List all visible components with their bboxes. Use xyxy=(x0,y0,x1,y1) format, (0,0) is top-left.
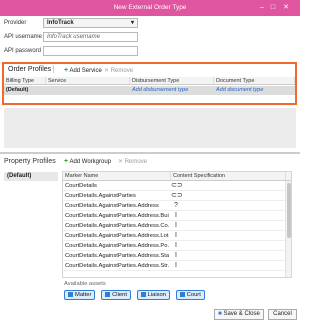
asset-label: Client xyxy=(112,292,127,299)
add-workgroup-label: Add Workgroup xyxy=(69,159,112,165)
marker-name: CourtDetails.AgainstParties xyxy=(65,193,136,199)
chevron-down-icon: ▾ xyxy=(130,20,134,26)
asset-label: Matter xyxy=(75,292,92,299)
order-profiles-header: Billing Type Service Disbursement Type D… xyxy=(4,77,295,85)
asset-chip-liaison[interactable]: Liaison xyxy=(136,290,170,300)
marker-name: CourtDetails xyxy=(65,183,97,189)
question-icon[interactable]: ? xyxy=(171,201,181,211)
table-row[interactable]: CourtDetails.AgainstParties.Address ? xyxy=(63,201,291,211)
link-icon[interactable]: ⊂⊃ xyxy=(171,181,183,191)
scrollbar-thumb[interactable] xyxy=(287,183,291,238)
text-cursor-icon[interactable]: I xyxy=(171,251,181,261)
close-window-button[interactable]: ✕ xyxy=(281,3,291,13)
table-row[interactable]: CourtDetails ⊂⊃ xyxy=(63,181,291,191)
add-workgroup-button[interactable]: + Add Workgroup xyxy=(64,158,111,165)
order-profiles-panel: Order Profiles + Add Service ✕ Remove Bi… xyxy=(2,62,297,105)
marker-name: CourtDetails.AgainstParties.Address.Str.… xyxy=(65,263,169,269)
marker-name: CourtDetails.AgainstParties.Address.Co..… xyxy=(65,223,169,229)
text-cursor-icon[interactable]: I xyxy=(171,261,181,271)
marker-grid-header: Marker Name Content Specification xyxy=(63,172,291,181)
marker-name: CourtDetails.AgainstParties.Address.Bui.… xyxy=(65,213,169,219)
save-close-button[interactable]: ■ Save & Close xyxy=(214,309,264,320)
remove-service-button[interactable]: ✕ Remove xyxy=(104,67,133,74)
add-service-button[interactable]: + Add Service xyxy=(64,67,102,74)
order-profiles-title: Order Profiles xyxy=(6,66,55,73)
order-profiles-empty-area xyxy=(4,108,296,148)
window-title: New External Order Type xyxy=(113,4,187,11)
matter-icon xyxy=(68,292,73,297)
provider-label: Provider xyxy=(4,20,27,26)
marker-name: CourtDetails.AgainstParties.Address xyxy=(65,203,159,209)
column-header-billing-type: Billing Type xyxy=(4,77,46,84)
text-cursor-icon[interactable]: I xyxy=(171,211,181,221)
remove-icon: ✕ xyxy=(104,68,110,74)
available-assets-label: Available assets xyxy=(64,281,106,287)
property-profile-default[interactable]: (Default) xyxy=(4,172,58,181)
plus-icon: + xyxy=(64,158,69,165)
billing-type-cell: (Default) xyxy=(6,87,29,93)
api-username-input[interactable]: InfoTrack username xyxy=(43,32,138,42)
remove-workgroup-label: Remove xyxy=(124,159,148,165)
order-profile-row[interactable]: (Default) Add disbursement type Add docu… xyxy=(4,86,295,95)
text-cursor-icon[interactable]: I xyxy=(171,221,181,231)
client-icon xyxy=(105,292,111,297)
text-cursor-icon[interactable]: I xyxy=(171,241,181,251)
cancel-button[interactable]: Cancel xyxy=(268,309,297,320)
plus-icon: + xyxy=(64,67,69,74)
column-header-disbursement-type: Disbursement Type xyxy=(130,77,214,84)
save-icon: ■ xyxy=(218,311,222,317)
provider-select[interactable]: InfoTrack ▾ xyxy=(43,18,138,28)
remove-icon: ✕ xyxy=(118,159,124,165)
text-cursor-icon[interactable]: I xyxy=(171,231,181,241)
marker-name: CourtDetails.AgainstParties.Address.Lot.… xyxy=(65,233,169,239)
table-row[interactable]: CourtDetails.AgainstParties.Address.Po..… xyxy=(63,241,291,251)
table-row[interactable]: CourtDetails.AgainstParties.Address.Str.… xyxy=(63,261,291,271)
asset-chip-matter[interactable]: Matter xyxy=(64,290,96,300)
marker-grid-scrollbar[interactable] xyxy=(285,181,291,277)
add-service-label: Add Service xyxy=(69,68,102,74)
maximize-button[interactable]: □ xyxy=(268,3,278,13)
api-username-label: API username xyxy=(4,34,43,40)
table-row[interactable]: CourtDetails.AgainstParties.Address.Lot.… xyxy=(63,231,291,241)
property-profiles-title: Property Profiles xyxy=(4,158,56,165)
court-icon xyxy=(179,292,185,297)
minimize-button[interactable]: – xyxy=(257,3,267,13)
table-row[interactable]: CourtDetails.AgainstParties.Address.Co..… xyxy=(63,221,291,231)
property-profiles-main: + Add Workgroup ✕ Remove Marker Name Con… xyxy=(62,158,296,308)
asset-chip-client[interactable]: Client xyxy=(101,290,131,300)
add-disbursement-type-link[interactable]: Add disbursement type xyxy=(132,87,188,93)
column-header-document-type: Document Type xyxy=(214,77,295,84)
table-row[interactable]: CourtDetails.AgainstParties.Address.Stat… xyxy=(63,251,291,261)
panel-splitter[interactable] xyxy=(0,152,300,154)
column-header-content-specification: Content Specification xyxy=(171,172,286,180)
api-password-input[interactable] xyxy=(43,46,138,56)
asset-label: Court xyxy=(186,292,201,299)
api-password-label: API password xyxy=(4,48,42,54)
asset-label: Liaison xyxy=(147,292,166,299)
property-profiles-sidebar: Property Profiles (Default) xyxy=(2,158,60,308)
marker-name: CourtDetails.AgainstParties.Address.Stat… xyxy=(65,253,169,259)
title-bar: New External Order Type – □ ✕ xyxy=(0,0,300,16)
asset-chips: Matter Client Liaison Court xyxy=(64,290,209,300)
remove-workgroup-button[interactable]: ✕ Remove xyxy=(118,158,147,165)
provider-value: InfoTrack xyxy=(47,20,74,26)
liaison-icon xyxy=(140,292,146,297)
marker-grid: Marker Name Content Specification CourtD… xyxy=(62,171,292,278)
table-row[interactable]: CourtDetails.AgainstParties ⊂⊃ xyxy=(63,191,291,201)
column-header-service: Service xyxy=(46,77,130,84)
api-username-placeholder: InfoTrack username xyxy=(47,34,100,40)
remove-service-label: Remove xyxy=(110,68,134,74)
marker-name: CourtDetails.AgainstParties.Address.Po..… xyxy=(65,243,169,249)
table-row[interactable]: CourtDetails.AgainstParties.Address.Bui.… xyxy=(63,211,291,221)
cancel-label: Cancel xyxy=(273,311,292,317)
save-close-label: Save & Close xyxy=(223,311,260,317)
asset-chip-court[interactable]: Court xyxy=(175,290,205,300)
column-header-marker-name: Marker Name xyxy=(63,172,171,180)
link-icon[interactable]: ⊂⊃ xyxy=(171,191,183,201)
add-document-type-link[interactable]: Add document type xyxy=(216,87,263,93)
